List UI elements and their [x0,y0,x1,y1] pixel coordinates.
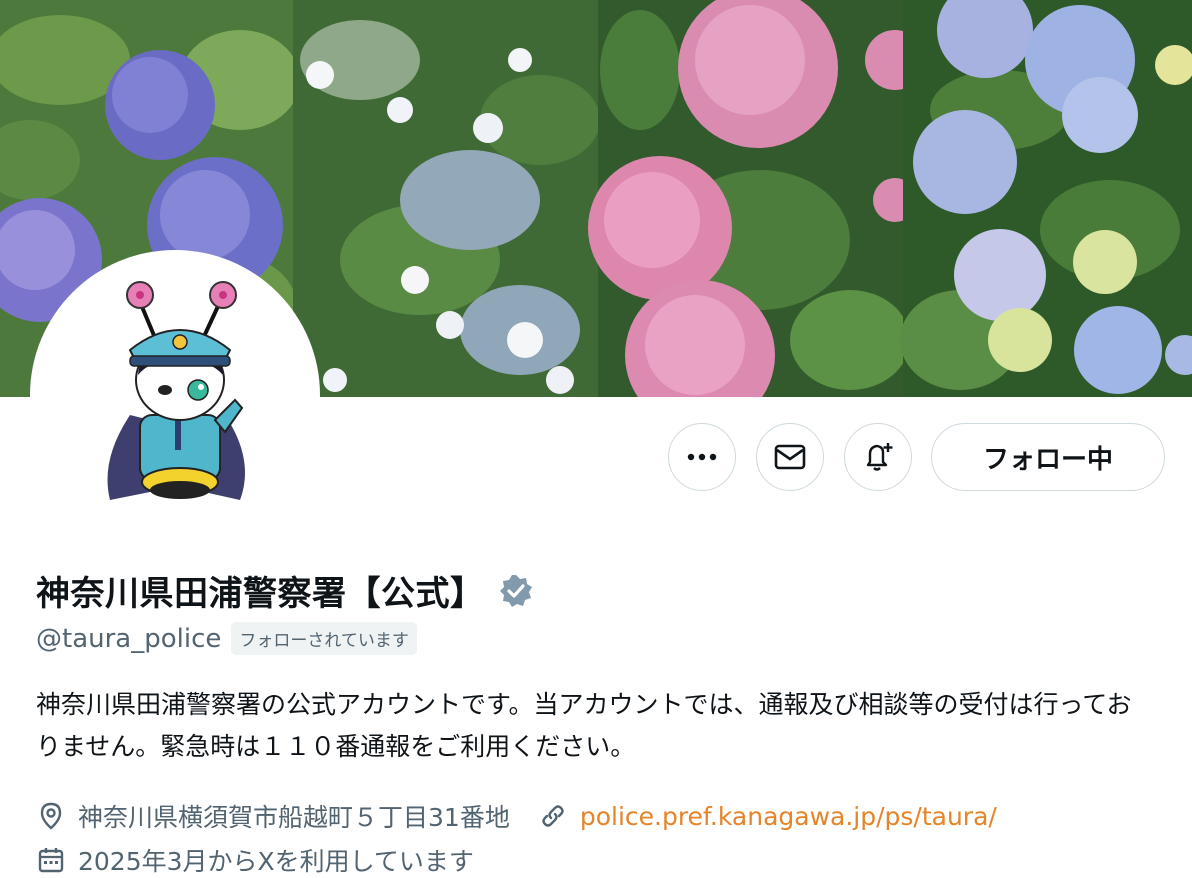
profile-avatar[interactable] [30,250,320,540]
message-button[interactable] [756,423,824,491]
notifications-button[interactable] [844,423,912,491]
location-text: 神奈川県横須賀市船越町５丁目31番地 [78,803,510,832]
location-pin-icon [40,802,62,830]
following-button-label: フォロー中 [982,444,1113,475]
link-icon [542,805,564,827]
profile-bio: 神奈川県田浦警察署の公式アカウントです。当アカウントでは、通報及び相談等の受付は… [36,690,1132,761]
website-link[interactable]: police.pref.kanagawa.jp/ps/taura/ [580,802,997,831]
handle-row: @taura_police フォローされています [36,622,417,655]
mail-icon [774,444,806,470]
display-name: 神奈川県田浦警察署【公式】 [36,574,485,614]
follows-you-badge: フォローされています [231,622,417,655]
username-handle: @taura_police [36,623,222,654]
following-button[interactable]: フォロー中 [931,423,1165,491]
ellipsis-icon [687,453,717,461]
profile-meta-location-url: 神奈川県横須賀市船越町５丁目31番地 police.pref.kanagawa.… [36,798,997,834]
more-options-button[interactable] [668,423,736,491]
verified-badge-icon[interactable] [499,574,533,608]
profile-name-row: 神奈川県田浦警察署【公式】 [36,566,533,615]
calendar-icon [38,848,64,873]
bell-plus-icon [866,443,893,471]
joined-date-text: 2025年3月からXを利用しています [78,847,474,876]
profile-meta-joined: 2025年3月からXを利用しています [36,842,474,878]
police-mascot-icon [107,281,245,500]
